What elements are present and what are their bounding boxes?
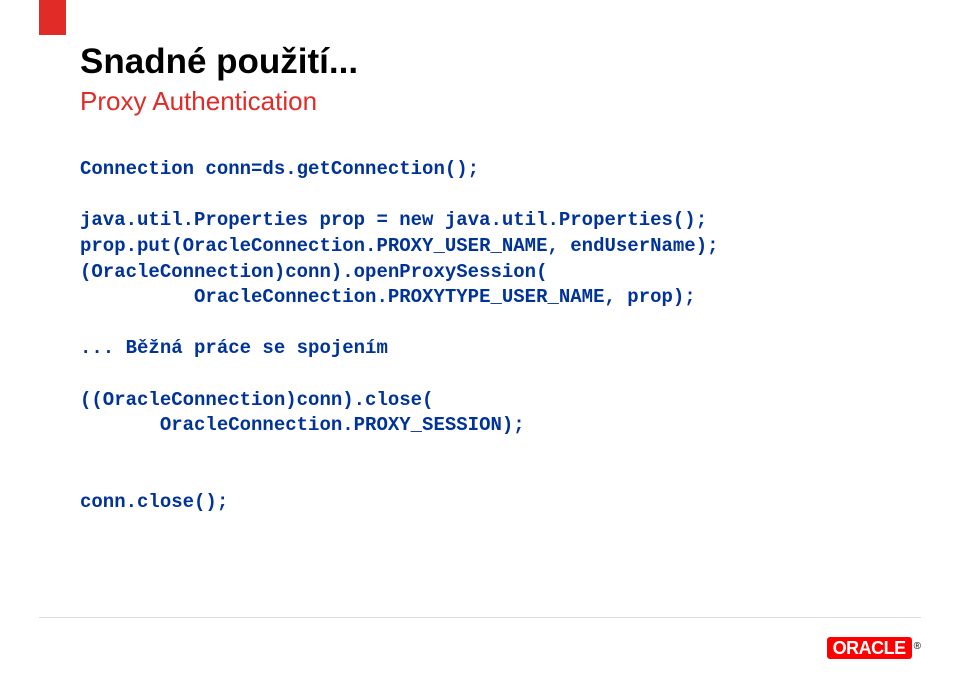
slide-title: Snadné použití... [80,42,900,82]
slide-content: Snadné použití... Proxy Authentication C… [80,42,900,516]
code-block: Connection conn=ds.getConnection(); java… [80,157,900,516]
slide-subtitle: Proxy Authentication [80,86,900,117]
oracle-logo: ORACLE ® [827,634,921,662]
oracle-logo-text: ORACLE [827,637,912,659]
footer-divider [39,617,921,618]
accent-bar [39,0,66,35]
registered-symbol: ® [914,641,921,652]
